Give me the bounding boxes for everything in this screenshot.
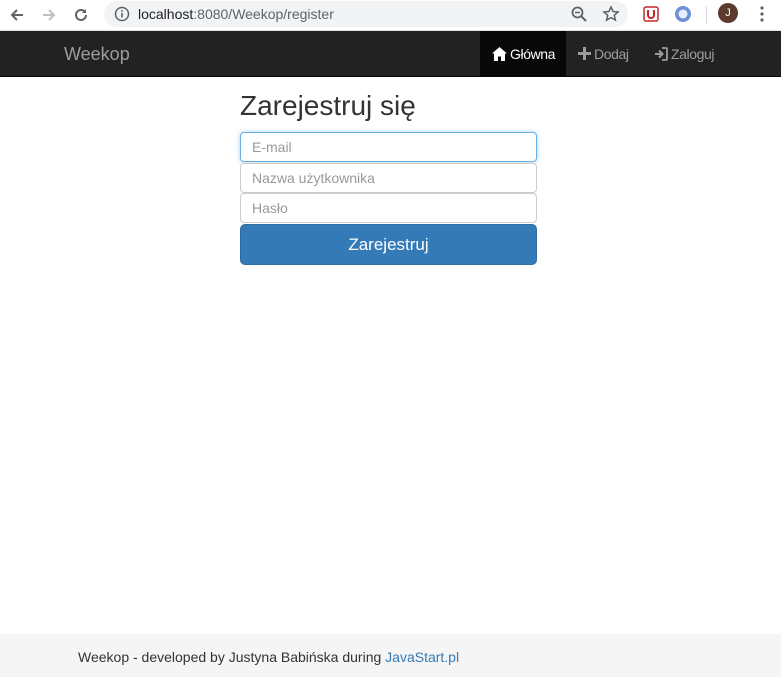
kebab-menu-icon[interactable] — [760, 6, 764, 22]
url-text[interactable]: localhost:8080/Weekop/register — [138, 6, 334, 22]
nav-item-glowna[interactable]: Główna — [480, 31, 566, 76]
extension-circle-icon[interactable] — [673, 4, 693, 24]
back-button[interactable] — [6, 4, 28, 26]
nav-item-label: Główna — [510, 45, 556, 62]
username-field[interactable] — [240, 163, 537, 193]
nav-item-label: Zaloguj — [671, 45, 715, 62]
reload-icon — [75, 8, 87, 21]
forward-button[interactable] — [38, 4, 60, 26]
address-bar[interactable]: localhost:8080/Weekop/register — [104, 1, 628, 27]
url-path: :8080/Weekop/register — [193, 6, 334, 22]
info-icon[interactable] — [114, 6, 130, 22]
footer: Weekop - developed by Justyna Babińska d… — [0, 634, 781, 677]
extension-shield-icon[interactable] — [642, 5, 660, 23]
footer-link[interactable]: JavaStart.pl — [385, 649, 459, 665]
profile-avatar[interactable]: J — [718, 3, 738, 23]
bookmark-star-icon[interactable] — [602, 5, 620, 23]
back-arrow-icon — [10, 9, 23, 21]
reload-button[interactable] — [70, 4, 92, 26]
footer-credit: Weekop - developed by Justyna Babińska d… — [78, 649, 382, 665]
plus-icon — [578, 47, 591, 60]
home-icon — [492, 46, 507, 61]
footer-text: Weekop - developed by Justyna Babińska d… — [78, 649, 459, 665]
toolbar-divider — [706, 6, 707, 24]
nav-item-zaloguj[interactable]: Zaloguj — [654, 31, 715, 76]
nav-item-label: Dodaj — [594, 45, 629, 62]
password-field[interactable] — [240, 193, 537, 223]
navbar-brand[interactable]: Weekop — [64, 44, 130, 65]
email-field[interactable] — [240, 132, 537, 162]
url-host: localhost — [138, 6, 194, 22]
register-button[interactable]: Zarejestruj — [240, 224, 537, 265]
nav-item-dodaj[interactable]: Dodaj — [578, 31, 629, 76]
page-title: Zarejestruj się — [240, 90, 416, 121]
login-icon — [655, 46, 668, 61]
browser-toolbar: localhost:8080/Weekop/register J — [0, 0, 781, 31]
forward-arrow-icon — [43, 9, 56, 21]
navbar: Weekop Główna Dodaj Zaloguj — [0, 31, 781, 77]
zoom-icon[interactable] — [570, 5, 588, 23]
